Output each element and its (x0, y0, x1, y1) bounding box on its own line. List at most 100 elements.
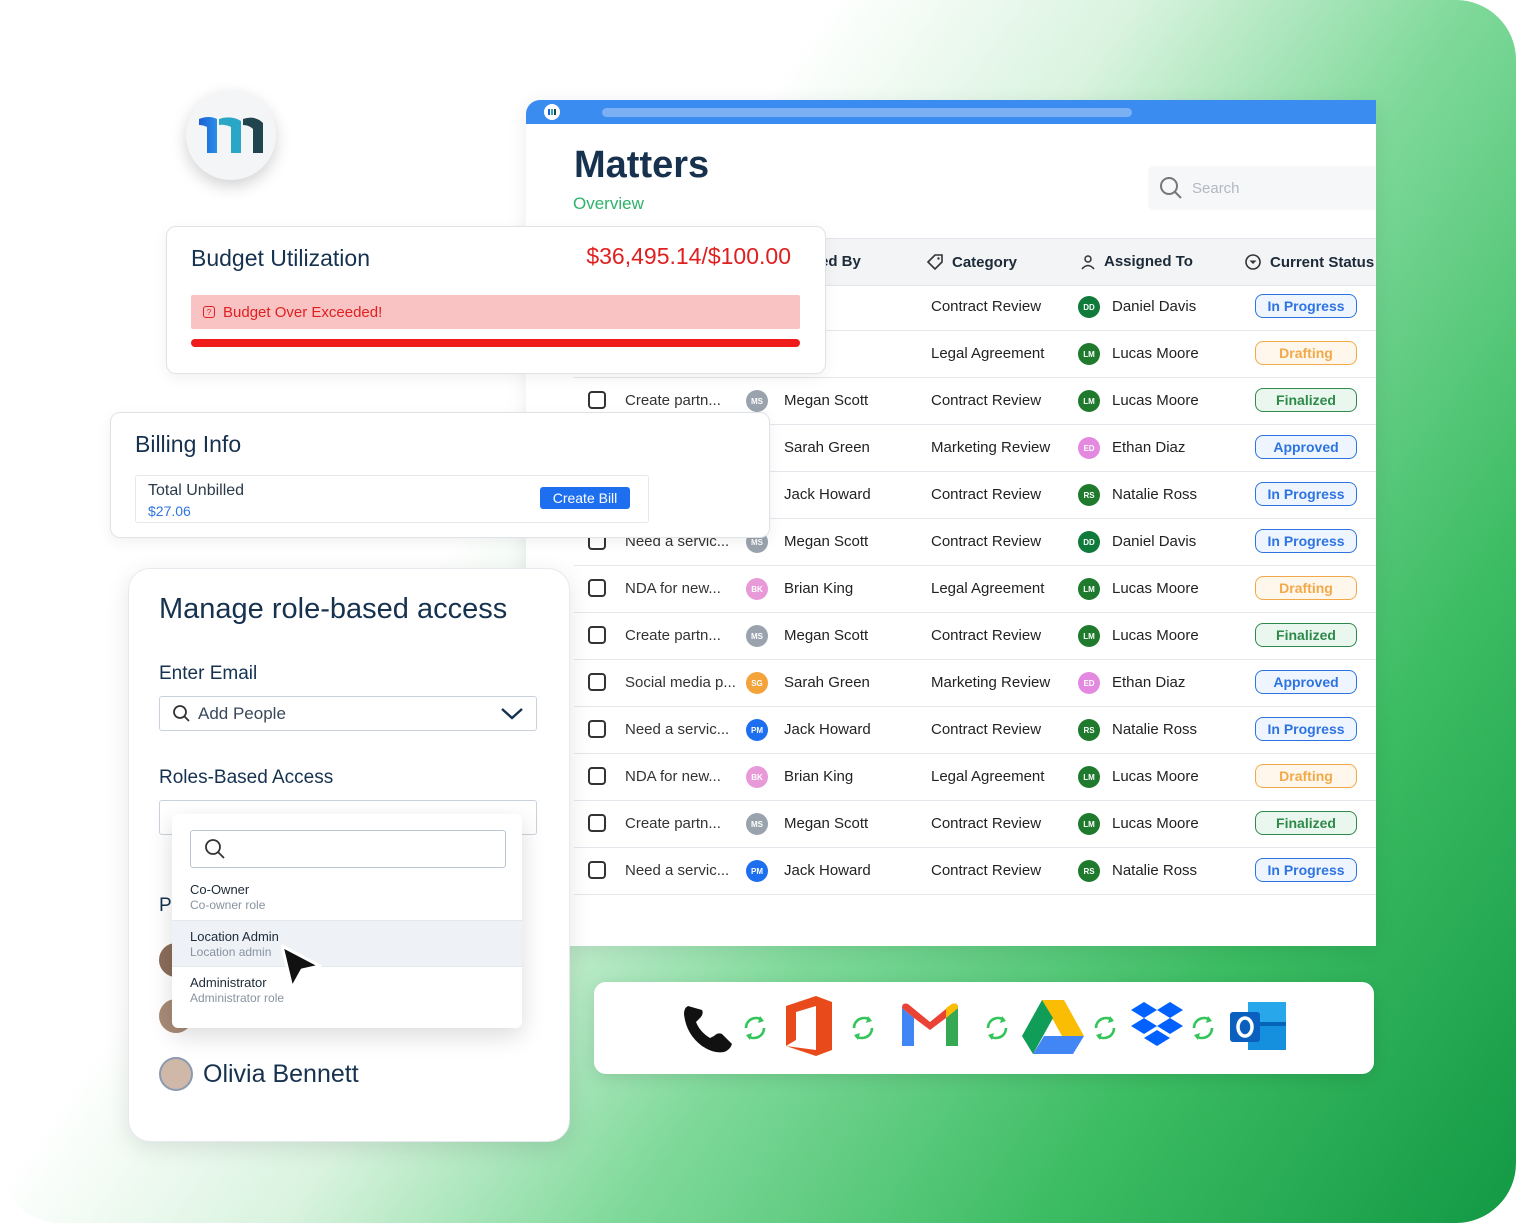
category: Legal Agreement (931, 580, 1045, 597)
created-by: Sarah Green (784, 439, 870, 456)
add-people-placeholder: Add People (198, 703, 286, 723)
created-by: Sarah Green (784, 674, 870, 691)
status-badge[interactable]: In Progress (1255, 294, 1357, 318)
billing-info-card: Billing Info Total Unbilled $27.06 Creat… (110, 412, 770, 538)
row-checkbox[interactable] (588, 861, 606, 879)
status-badge[interactable]: Finalized (1255, 623, 1357, 647)
page-title: Matters (574, 144, 710, 186)
row-checkbox[interactable] (588, 767, 606, 785)
page-subtitle[interactable]: Overview (573, 194, 644, 214)
office-icon[interactable] (782, 994, 838, 1058)
address-bar[interactable] (602, 108, 1132, 117)
create-bill-button[interactable]: Create Bill (540, 487, 630, 509)
alert-icon: ? (203, 306, 215, 318)
status-badge[interactable]: Approved (1255, 435, 1357, 459)
matters-table-body: ScottContract ReviewDDDaniel DavisIn Pro… (574, 284, 1376, 895)
status-badge[interactable]: In Progress (1255, 529, 1357, 553)
total-unbilled-box: Total Unbilled $27.06 Create Bill (135, 475, 649, 523)
category: Marketing Review (931, 439, 1051, 456)
avatar: DD (1078, 531, 1100, 553)
avatar: MS (746, 625, 768, 647)
table-row[interactable]: Need a servic... PM Jack Howard Contract Re… (574, 707, 1376, 754)
user-icon (1081, 254, 1095, 270)
avatar: LM (1078, 813, 1100, 835)
window-app-icon (544, 104, 560, 120)
matter-title[interactable]: Need a servic... (625, 862, 729, 879)
row-checkbox[interactable] (588, 814, 606, 832)
matter-title[interactable]: NDA for new... (625, 768, 721, 785)
roles-search-input[interactable] (190, 830, 506, 868)
column-category[interactable]: Category (926, 253, 1017, 271)
outlook-icon[interactable] (1228, 998, 1288, 1056)
total-unbilled-label: Total Unbilled (148, 482, 245, 499)
column-assigned-to[interactable]: Assigned To (1080, 253, 1193, 270)
avatar: LM (1078, 766, 1100, 788)
status-badge[interactable]: In Progress (1255, 482, 1357, 506)
gmail-icon[interactable] (898, 1000, 962, 1050)
role-option-name: Co-Owner (190, 882, 250, 897)
status-badge[interactable]: Finalized (1255, 388, 1357, 412)
matter-title[interactable]: NDA for new... (625, 580, 721, 597)
avatar: LM (1078, 625, 1100, 647)
row-checkbox[interactable] (588, 626, 606, 644)
row-checkbox[interactable] (588, 720, 606, 738)
search-input[interactable]: Search (1148, 166, 1376, 210)
column-created-by[interactable]: ed By (820, 253, 861, 270)
status-badge[interactable]: In Progress (1255, 858, 1357, 882)
assignee: Natalie Ross (1112, 862, 1198, 879)
table-row[interactable]: Need a servic... PM Jack Howard Contract Re… (574, 848, 1376, 895)
category: Contract Review (931, 721, 1042, 738)
created-by: Brian King (784, 768, 854, 785)
column-current-status[interactable]: Current Status (1244, 253, 1374, 271)
matter-title[interactable]: Create partn... (625, 815, 721, 832)
role-access-title: Manage role-based access (159, 593, 508, 625)
status-dropdown-icon (1245, 254, 1261, 270)
person-name: Olivia Bennett (203, 1059, 359, 1088)
assignee: Ethan Diaz (1112, 439, 1186, 456)
table-row[interactable]: Create partn... MS Megan Scott Contract Rev… (574, 801, 1376, 848)
budget-amount: $36,495.14/$100.00 (586, 243, 791, 269)
status-badge[interactable]: Approved (1255, 670, 1357, 694)
role-option-co-owner[interactable]: Co-Owner Co-owner role (172, 874, 522, 920)
status-badge[interactable]: Drafting (1255, 576, 1357, 600)
dropbox-icon[interactable] (1130, 1000, 1184, 1052)
matter-title[interactable]: Social media p... (625, 674, 736, 691)
status-badge[interactable]: Drafting (1255, 764, 1357, 788)
budget-progress-bar (191, 339, 800, 347)
matter-title[interactable]: Create partn... (625, 392, 721, 409)
chevron-down-icon[interactable] (500, 707, 524, 721)
role-option-location-admin[interactable]: Location Admin Location admin (172, 920, 522, 967)
status-badge[interactable]: Finalized (1255, 811, 1357, 835)
status-badge[interactable]: Drafting (1255, 341, 1357, 365)
avatar (159, 1057, 193, 1091)
matter-title[interactable]: Need a servic... (625, 721, 729, 738)
assignee: Natalie Ross (1112, 721, 1198, 738)
sync-icon (852, 1016, 874, 1040)
row-checkbox[interactable] (588, 391, 606, 409)
status-badge[interactable]: In Progress (1255, 717, 1357, 741)
category: Contract Review (931, 392, 1042, 409)
matter-title[interactable]: Create partn... (625, 627, 721, 644)
role-option-desc: Location admin (190, 945, 272, 959)
role-option-administrator[interactable]: Administrator Administrator role (172, 966, 522, 1013)
person-row[interactable]: Olivia Bennett (159, 1057, 359, 1091)
avatar: ED (1078, 672, 1100, 694)
row-checkbox[interactable] (588, 579, 606, 597)
table-row[interactable]: NDA for new... BK Brian King Legal Agreemen… (574, 754, 1376, 801)
role-option-desc: Co-owner role (190, 898, 266, 912)
assignee: Lucas Moore (1112, 345, 1199, 362)
row-checkbox[interactable] (588, 673, 606, 691)
avatar: ED (1078, 437, 1100, 459)
avatar: BK (746, 578, 768, 600)
avatar: MS (746, 390, 768, 412)
table-row[interactable]: Social media p... SG Sarah Green Marketing … (574, 660, 1376, 707)
table-row[interactable]: Create partn... MS Megan Scott Contract Rev… (574, 613, 1376, 660)
phone-icon[interactable] (680, 1000, 736, 1056)
avatar: MS (746, 813, 768, 835)
table-row[interactable]: NDA for new... BK Brian King Legal Agreemen… (574, 566, 1376, 613)
email-label: Enter Email (159, 663, 258, 684)
add-people-select[interactable]: Add People (159, 696, 537, 731)
sync-icon (1192, 1016, 1214, 1040)
google-drive-icon[interactable] (1020, 998, 1086, 1056)
budget-title: Budget Utilization (191, 245, 370, 271)
